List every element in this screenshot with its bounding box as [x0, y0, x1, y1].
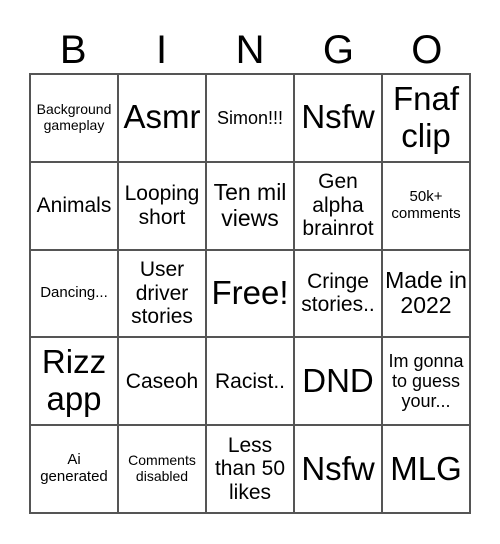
header-letter-i: I	[156, 28, 168, 72]
bingo-cell[interactable]: Nsfw	[294, 74, 382, 162]
bingo-cell[interactable]: Im gonna to guess your...	[382, 337, 470, 426]
bingo-cell[interactable]: Looping short	[118, 161, 206, 250]
bingo-cell[interactable]: Ai generated	[30, 425, 118, 513]
header-letter-b: B	[59, 28, 87, 72]
bingo-cell[interactable]: 50k+ comments	[382, 161, 470, 250]
bingo-cell[interactable]: MLG	[382, 425, 470, 513]
bingo-cell[interactable]: Made in 2022	[382, 249, 470, 338]
header-letter-g: G	[322, 28, 354, 72]
bingo-cell[interactable]: Gen alpha brainrot	[294, 161, 382, 250]
bingo-cell[interactable]: Less than 50 likes	[206, 425, 294, 513]
bingo-grid: Background gameplay Asmr Simon!!! Nsfw F…	[29, 73, 471, 514]
header-letter-o: O	[411, 28, 443, 72]
bingo-cell[interactable]: Comments disabled	[118, 425, 206, 513]
bingo-cell[interactable]: Simon!!!	[206, 74, 294, 162]
bingo-cell-free[interactable]: Free!	[206, 249, 294, 338]
bingo-cell[interactable]: DND	[294, 337, 382, 426]
bingo-cell[interactable]: Background gameplay	[30, 74, 118, 162]
bingo-header: B I N G O	[29, 26, 471, 74]
bingo-cell[interactable]: Rizz app	[30, 337, 118, 426]
bingo-cell[interactable]: Dancing...	[30, 249, 118, 338]
bingo-cell[interactable]: Cringe stories..	[294, 249, 382, 338]
bingo-cell[interactable]: Racist..	[206, 337, 294, 426]
bingo-cell[interactable]: Ten mil views	[206, 161, 294, 250]
bingo-cell[interactable]: Asmr	[118, 74, 206, 162]
bingo-cell[interactable]: Fnaf clip	[382, 74, 470, 162]
header-letter-n: N	[235, 28, 265, 72]
bingo-cell[interactable]: Caseoh	[118, 337, 206, 426]
bingo-cell[interactable]: User driver stories	[118, 249, 206, 338]
bingo-cell[interactable]: Animals	[30, 161, 118, 250]
bingo-cell[interactable]: Nsfw	[294, 425, 382, 513]
